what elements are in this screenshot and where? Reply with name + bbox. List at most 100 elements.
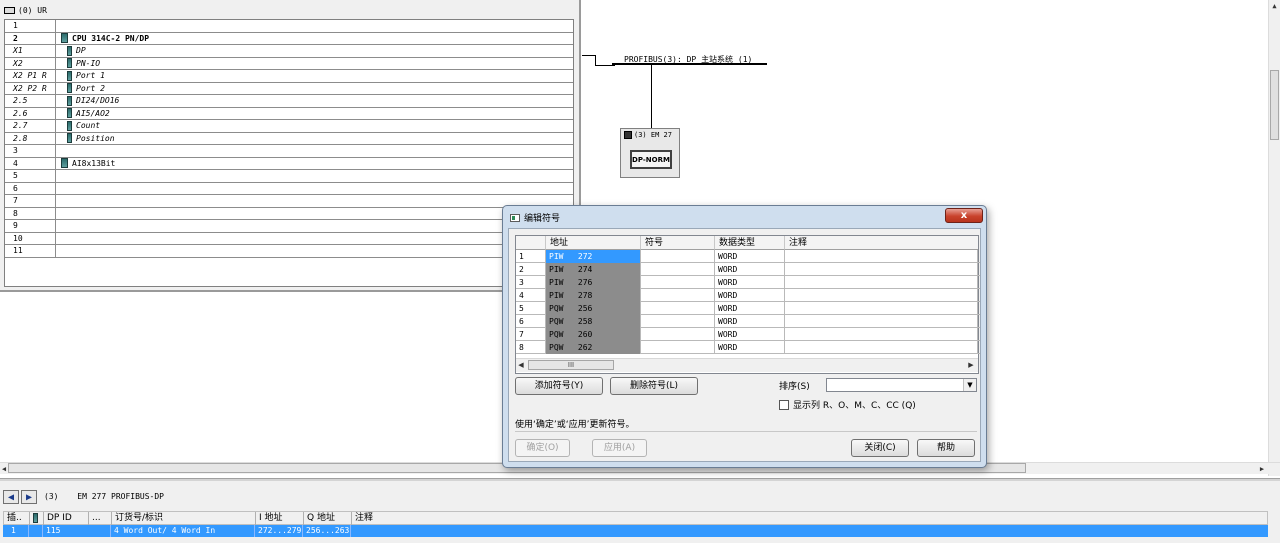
dp-slave-em277[interactable]: (3) EM 27 DP-NORM — [620, 128, 680, 178]
forward-arrow-icon[interactable]: ▶ — [21, 490, 37, 504]
sort-select[interactable]: ▼ — [826, 378, 977, 392]
rack-slot-row[interactable]: 9 — [5, 220, 573, 233]
apply-button[interactable]: 应用(A) — [592, 439, 647, 457]
address-cell[interactable]: PIW 272 — [546, 250, 641, 263]
table-row[interactable]: 7 PQW 260 WORD — [516, 328, 980, 341]
datatype-cell[interactable]: WORD — [715, 302, 785, 315]
comment-cell[interactable] — [785, 276, 978, 289]
comment-cell[interactable] — [785, 302, 978, 315]
col-address[interactable]: 地址 — [546, 236, 641, 250]
table-row[interactable]: 8 PQW 262 WORD — [516, 341, 980, 354]
table-row[interactable]: 1 115 4 Word Out/ 4 Word In 272...279 25… — [3, 525, 1268, 537]
module-icon — [67, 120, 72, 131]
symbol-cell[interactable] — [641, 263, 715, 276]
comment-cell[interactable] — [785, 315, 978, 328]
back-arrow-icon[interactable]: ◀ — [3, 490, 19, 504]
col-slot[interactable]: 插.. — [4, 512, 30, 525]
comment-cell[interactable] — [785, 250, 978, 263]
rack-slot-row[interactable]: X2 P2 R Port 2 — [5, 82, 573, 95]
table-row[interactable]: 3 PIW 276 WORD — [516, 276, 980, 289]
dialog-titlebar[interactable]: 编辑符号 — [510, 211, 560, 224]
rack-slot-row[interactable]: 2 CPU 314C-2 PN/DP — [5, 32, 573, 45]
col-comment[interactable]: 注释 — [785, 236, 978, 250]
add-symbol-button[interactable]: 添加符号(Y) — [515, 377, 603, 395]
comment-cell[interactable] — [785, 263, 978, 276]
rack-slot-row[interactable]: 11 — [5, 245, 573, 258]
datatype-cell[interactable]: WORD — [715, 328, 785, 341]
symbol-cell[interactable] — [641, 276, 715, 289]
help-button[interactable]: 帮助 — [917, 439, 975, 457]
address-cell[interactable]: PQW 258 — [546, 315, 641, 328]
rack-slot-row[interactable]: 7 — [5, 195, 573, 208]
address-cell[interactable]: PQW 260 — [546, 328, 641, 341]
datatype-cell[interactable]: WORD — [715, 315, 785, 328]
rack-slot-row[interactable]: 2.7 Count — [5, 120, 573, 133]
rack-slot-row[interactable]: 8 — [5, 207, 573, 220]
symbol-cell[interactable] — [641, 341, 715, 354]
datatype-cell[interactable]: WORD — [715, 263, 785, 276]
table-row[interactable]: 1 PIW 272 WORD — [516, 250, 980, 263]
profibus-line[interactable] — [612, 63, 767, 65]
address-cell[interactable]: PQW 262 — [546, 341, 641, 354]
address-cell[interactable]: PQW 256 — [546, 302, 641, 315]
chevron-down-icon[interactable]: ▼ — [963, 379, 976, 391]
close-icon[interactable]: x — [945, 208, 983, 223]
col-order-number[interactable]: 订货号/标识 — [112, 512, 256, 525]
rack-slot-row[interactable]: X2 PN-IO — [5, 57, 573, 70]
comment-cell[interactable] — [785, 328, 978, 341]
dialog-app-icon — [510, 213, 520, 222]
close-button[interactable]: 关闭(C) — [851, 439, 909, 457]
table-row[interactable]: 6 PQW 258 WORD — [516, 315, 980, 328]
rack-slot-row[interactable]: 2.5 DI24/DO16 — [5, 95, 573, 108]
datatype-cell[interactable]: WORD — [715, 341, 785, 354]
scroll-up-icon[interactable]: ▲ — [1269, 0, 1280, 12]
rack-slot-row[interactable]: 3 — [5, 145, 573, 158]
module-icon — [67, 58, 72, 69]
rack-slot-row[interactable]: 6 — [5, 182, 573, 195]
rack-slot-row[interactable]: X1 DP — [5, 45, 573, 58]
symbol-cell[interactable] — [641, 289, 715, 302]
rack-slot-row[interactable]: X2 P1 R Port 1 — [5, 70, 573, 83]
datatype-cell[interactable]: WORD — [715, 250, 785, 263]
col-dp-id[interactable]: DP ID — [44, 512, 89, 525]
rack-slot-row[interactable]: 5 — [5, 170, 573, 183]
slot-number: 5 — [5, 170, 56, 182]
symbol-cell[interactable] — [641, 328, 715, 341]
rack-slot-row[interactable]: 2.6 AI5/AO2 — [5, 107, 573, 120]
main-vertical-scroll-thumb[interactable] — [1270, 70, 1279, 140]
slot-number: 11 — [5, 245, 56, 257]
table-row[interactable]: 2 PIW 274 WORD — [516, 263, 980, 276]
symbol-cell[interactable] — [641, 315, 715, 328]
address-cell[interactable]: PIW 278 — [546, 289, 641, 302]
col-more[interactable]: ... — [89, 512, 112, 525]
comment-cell[interactable] — [785, 341, 978, 354]
table-row[interactable]: 4 PIW 278 WORD — [516, 289, 980, 302]
address-cell[interactable]: PIW 276 — [546, 276, 641, 289]
datatype-cell[interactable]: WORD — [715, 276, 785, 289]
table-row[interactable]: 5 PQW 256 WORD — [516, 302, 980, 315]
comment-cell[interactable] — [785, 289, 978, 302]
scroll-right-icon[interactable]: ▶ — [966, 359, 976, 371]
rack-slot-row[interactable]: 10 — [5, 232, 573, 245]
delete-symbol-button[interactable]: 删除符号(L) — [610, 377, 698, 395]
address-cell[interactable]: PIW 274 — [546, 263, 641, 276]
show-columns-checkbox[interactable] — [779, 399, 789, 410]
symbol-cell[interactable] — [641, 250, 715, 263]
symbol-cell[interactable] — [641, 302, 715, 315]
col-symbol[interactable]: 符号 — [641, 236, 715, 250]
col-i-address[interactable]: I 地址 — [256, 512, 304, 525]
col-comment[interactable]: 注释 — [352, 512, 1268, 525]
scroll-right-icon[interactable]: ▶ — [1256, 463, 1268, 475]
datatype-cell[interactable]: WORD — [715, 289, 785, 302]
col-q-address[interactable]: Q 地址 — [304, 512, 352, 525]
scroll-left-icon[interactable]: ◀ — [0, 463, 8, 475]
show-columns-option[interactable]: 显示列 R、O、M、C、CC (Q) — [779, 398, 916, 411]
col-datatype[interactable]: 数据类型 — [715, 236, 785, 250]
rack-slot-row[interactable]: 4 AI8x13Bit — [5, 157, 573, 170]
rack-slot-row[interactable]: 2.8 Position — [5, 132, 573, 145]
scroll-left-icon[interactable]: ◀ — [516, 359, 526, 371]
ok-button[interactable]: 确定(O) — [515, 439, 570, 457]
slot-number: 2.6 — [5, 107, 56, 119]
rack-slot-row[interactable]: 1 — [5, 20, 573, 33]
grid-scroll-thumb[interactable]: III — [528, 360, 614, 370]
